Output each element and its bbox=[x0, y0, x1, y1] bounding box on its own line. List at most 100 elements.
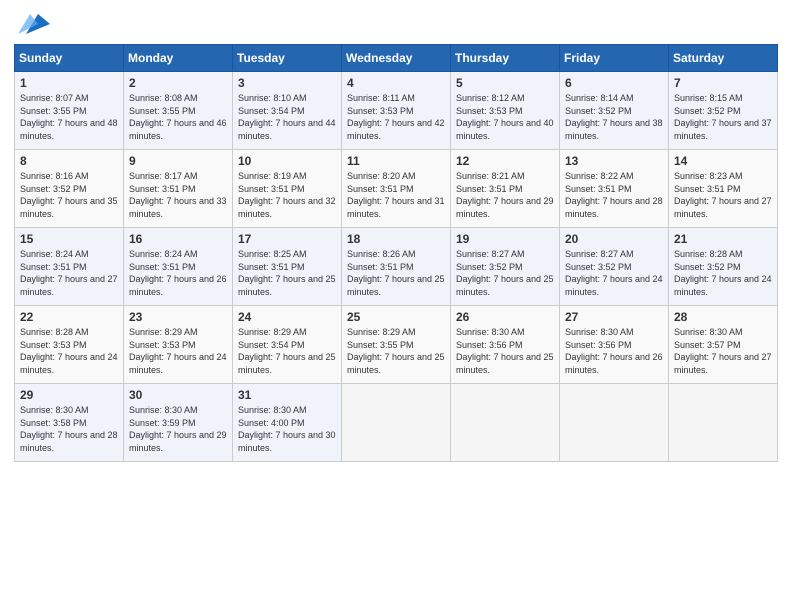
day-number: 1 bbox=[20, 76, 118, 90]
day-info: Sunrise: 8:08 AMSunset: 3:55 PMDaylight:… bbox=[129, 92, 227, 142]
day-info: Sunrise: 8:17 AMSunset: 3:51 PMDaylight:… bbox=[129, 170, 227, 220]
day-info: Sunrise: 8:30 AMSunset: 3:59 PMDaylight:… bbox=[129, 404, 227, 454]
day-number: 13 bbox=[565, 154, 663, 168]
calendar-cell: 21 Sunrise: 8:28 AMSunset: 3:52 PMDayligh… bbox=[669, 228, 778, 306]
calendar-week-row: 22 Sunrise: 8:28 AMSunset: 3:53 PMDayligh… bbox=[15, 306, 778, 384]
logo-icon bbox=[18, 10, 50, 38]
calendar-cell: 3 Sunrise: 8:10 AMSunset: 3:54 PMDaylight… bbox=[233, 72, 342, 150]
calendar-cell: 24 Sunrise: 8:29 AMSunset: 3:54 PMDayligh… bbox=[233, 306, 342, 384]
calendar-week-row: 1Sunrise: 8:07 AMSunset: 3:55 PMDaylight… bbox=[15, 72, 778, 150]
calendar-week-row: 15 Sunrise: 8:24 AMSunset: 3:51 PMDayligh… bbox=[15, 228, 778, 306]
calendar-cell: 12 Sunrise: 8:21 AMSunset: 3:51 PMDayligh… bbox=[451, 150, 560, 228]
day-number: 6 bbox=[565, 76, 663, 90]
day-number: 4 bbox=[347, 76, 445, 90]
day-number: 29 bbox=[20, 388, 118, 402]
day-number: 17 bbox=[238, 232, 336, 246]
header-row: SundayMondayTuesdayWednesdayThursdayFrid… bbox=[15, 45, 778, 72]
calendar-cell: 8 Sunrise: 8:16 AMSunset: 3:52 PMDaylight… bbox=[15, 150, 124, 228]
day-info: Sunrise: 8:30 AMSunset: 3:56 PMDaylight:… bbox=[565, 326, 663, 376]
calendar-week-row: 29 Sunrise: 8:30 AMSunset: 3:58 PMDayligh… bbox=[15, 384, 778, 462]
calendar-week-row: 8 Sunrise: 8:16 AMSunset: 3:52 PMDaylight… bbox=[15, 150, 778, 228]
day-number: 10 bbox=[238, 154, 336, 168]
day-number: 14 bbox=[674, 154, 772, 168]
logo bbox=[14, 10, 50, 38]
calendar-cell: 9 Sunrise: 8:17 AMSunset: 3:51 PMDaylight… bbox=[124, 150, 233, 228]
day-of-week-header: Tuesday bbox=[233, 45, 342, 72]
calendar-cell: 19Sunrise: 8:27 AMSunset: 3:52 PMDayligh… bbox=[451, 228, 560, 306]
day-number: 11 bbox=[347, 154, 445, 168]
day-info: Sunrise: 8:30 AMSunset: 3:58 PMDaylight:… bbox=[20, 404, 118, 454]
calendar-cell: 15 Sunrise: 8:24 AMSunset: 3:51 PMDayligh… bbox=[15, 228, 124, 306]
day-info: Sunrise: 8:26 AMSunset: 3:51 PMDaylight:… bbox=[347, 248, 445, 298]
day-info: Sunrise: 8:12 AMSunset: 3:53 PMDaylight:… bbox=[456, 92, 554, 142]
day-number: 20 bbox=[565, 232, 663, 246]
day-info: Sunrise: 8:29 AMSunset: 3:53 PMDaylight:… bbox=[129, 326, 227, 376]
day-info: Sunrise: 8:27 AMSunset: 3:52 PMDaylight:… bbox=[565, 248, 663, 298]
calendar-cell: 6 Sunrise: 8:14 AMSunset: 3:52 PMDaylight… bbox=[560, 72, 669, 150]
day-number: 27 bbox=[565, 310, 663, 324]
day-info: Sunrise: 8:16 AMSunset: 3:52 PMDaylight:… bbox=[20, 170, 118, 220]
calendar-cell: 18 Sunrise: 8:26 AMSunset: 3:51 PMDayligh… bbox=[342, 228, 451, 306]
day-number: 7 bbox=[674, 76, 772, 90]
day-number: 21 bbox=[674, 232, 772, 246]
day-info: Sunrise: 8:30 AMSunset: 4:00 PMDaylight:… bbox=[238, 404, 336, 454]
calendar-cell: 25 Sunrise: 8:29 AMSunset: 3:55 PMDayligh… bbox=[342, 306, 451, 384]
day-number: 28 bbox=[674, 310, 772, 324]
calendar-cell: 5 Sunrise: 8:12 AMSunset: 3:53 PMDaylight… bbox=[451, 72, 560, 150]
day-of-week-header: Saturday bbox=[669, 45, 778, 72]
day-number: 18 bbox=[347, 232, 445, 246]
day-of-week-header: Monday bbox=[124, 45, 233, 72]
calendar-cell: 2Sunrise: 8:08 AMSunset: 3:55 PMDaylight… bbox=[124, 72, 233, 150]
calendar-cell: 10Sunrise: 8:19 AMSunset: 3:51 PMDayligh… bbox=[233, 150, 342, 228]
day-number: 24 bbox=[238, 310, 336, 324]
day-info: Sunrise: 8:20 AMSunset: 3:51 PMDaylight:… bbox=[347, 170, 445, 220]
calendar-cell: 23 Sunrise: 8:29 AMSunset: 3:53 PMDayligh… bbox=[124, 306, 233, 384]
calendar-cell: 11 Sunrise: 8:20 AMSunset: 3:51 PMDayligh… bbox=[342, 150, 451, 228]
day-info: Sunrise: 8:29 AMSunset: 3:55 PMDaylight:… bbox=[347, 326, 445, 376]
day-info: Sunrise: 8:25 AMSunset: 3:51 PMDaylight:… bbox=[238, 248, 336, 298]
day-of-week-header: Thursday bbox=[451, 45, 560, 72]
day-info: Sunrise: 8:14 AMSunset: 3:52 PMDaylight:… bbox=[565, 92, 663, 142]
calendar-cell: 29 Sunrise: 8:30 AMSunset: 3:58 PMDayligh… bbox=[15, 384, 124, 462]
calendar-cell: 31Sunrise: 8:30 AMSunset: 4:00 PMDayligh… bbox=[233, 384, 342, 462]
calendar-cell: 16Sunrise: 8:24 AMSunset: 3:51 PMDayligh… bbox=[124, 228, 233, 306]
calendar-cell bbox=[560, 384, 669, 462]
day-number: 3 bbox=[238, 76, 336, 90]
day-info: Sunrise: 8:23 AMSunset: 3:51 PMDaylight:… bbox=[674, 170, 772, 220]
day-number: 25 bbox=[347, 310, 445, 324]
day-info: Sunrise: 8:21 AMSunset: 3:51 PMDaylight:… bbox=[456, 170, 554, 220]
day-of-week-header: Sunday bbox=[15, 45, 124, 72]
day-number: 12 bbox=[456, 154, 554, 168]
calendar-cell: 20 Sunrise: 8:27 AMSunset: 3:52 PMDayligh… bbox=[560, 228, 669, 306]
day-info: Sunrise: 8:11 AMSunset: 3:53 PMDaylight:… bbox=[347, 92, 445, 142]
day-of-week-header: Wednesday bbox=[342, 45, 451, 72]
calendar-cell: 17 Sunrise: 8:25 AMSunset: 3:51 PMDayligh… bbox=[233, 228, 342, 306]
day-info: Sunrise: 8:10 AMSunset: 3:54 PMDaylight:… bbox=[238, 92, 336, 142]
day-number: 5 bbox=[456, 76, 554, 90]
day-number: 8 bbox=[20, 154, 118, 168]
page-container: SundayMondayTuesdayWednesdayThursdayFrid… bbox=[0, 0, 792, 472]
day-info: Sunrise: 8:30 AMSunset: 3:56 PMDaylight:… bbox=[456, 326, 554, 376]
day-info: Sunrise: 8:29 AMSunset: 3:54 PMDaylight:… bbox=[238, 326, 336, 376]
day-number: 9 bbox=[129, 154, 227, 168]
day-number: 22 bbox=[20, 310, 118, 324]
day-info: Sunrise: 8:15 AMSunset: 3:52 PMDaylight:… bbox=[674, 92, 772, 142]
calendar-cell: 28 Sunrise: 8:30 AMSunset: 3:57 PMDayligh… bbox=[669, 306, 778, 384]
day-info: Sunrise: 8:28 AMSunset: 3:52 PMDaylight:… bbox=[674, 248, 772, 298]
day-number: 23 bbox=[129, 310, 227, 324]
calendar-cell bbox=[451, 384, 560, 462]
day-info: Sunrise: 8:30 AMSunset: 3:57 PMDaylight:… bbox=[674, 326, 772, 376]
calendar-cell: 1Sunrise: 8:07 AMSunset: 3:55 PMDaylight… bbox=[15, 72, 124, 150]
calendar-cell: 7 Sunrise: 8:15 AMSunset: 3:52 PMDaylight… bbox=[669, 72, 778, 150]
day-number: 15 bbox=[20, 232, 118, 246]
day-info: Sunrise: 8:24 AMSunset: 3:51 PMDaylight:… bbox=[20, 248, 118, 298]
calendar-cell bbox=[342, 384, 451, 462]
calendar-cell: 14 Sunrise: 8:23 AMSunset: 3:51 PMDayligh… bbox=[669, 150, 778, 228]
day-info: Sunrise: 8:27 AMSunset: 3:52 PMDaylight:… bbox=[456, 248, 554, 298]
calendar-cell: 13Sunrise: 8:22 AMSunset: 3:51 PMDayligh… bbox=[560, 150, 669, 228]
calendar-table: SundayMondayTuesdayWednesdayThursdayFrid… bbox=[14, 44, 778, 462]
calendar-cell: 27 Sunrise: 8:30 AMSunset: 3:56 PMDayligh… bbox=[560, 306, 669, 384]
day-info: Sunrise: 8:28 AMSunset: 3:53 PMDaylight:… bbox=[20, 326, 118, 376]
calendar-cell: 4 Sunrise: 8:11 AMSunset: 3:53 PMDaylight… bbox=[342, 72, 451, 150]
day-number: 26 bbox=[456, 310, 554, 324]
